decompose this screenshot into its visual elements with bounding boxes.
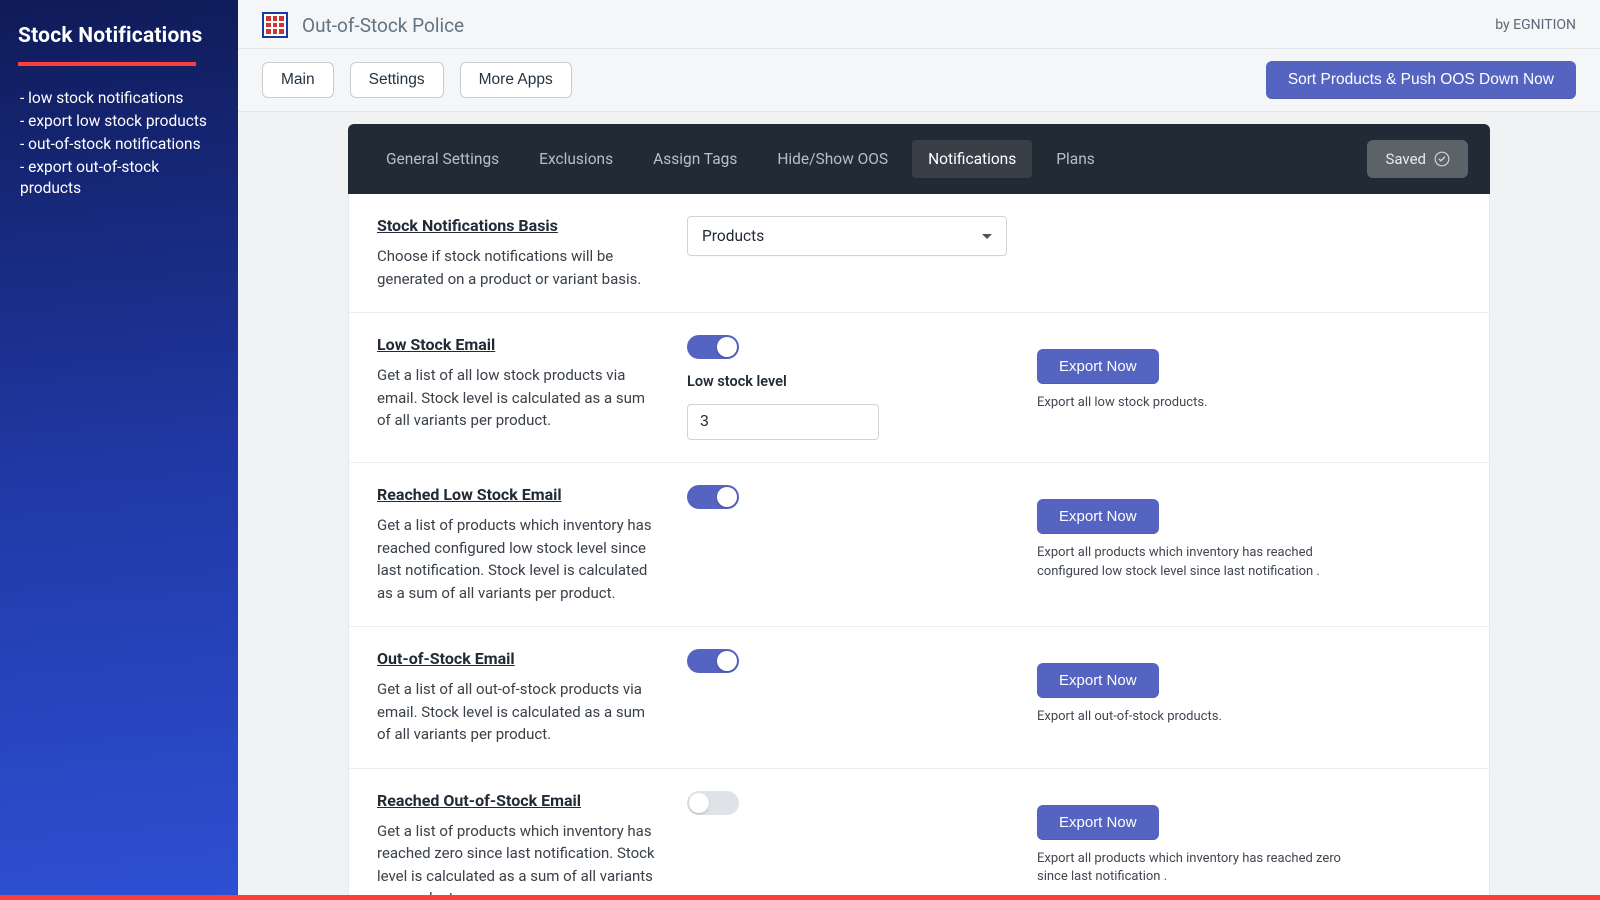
export-low-stock-button[interactable]: Export Now [1037, 349, 1159, 384]
export-oos-button[interactable]: Export Now [1037, 663, 1159, 698]
by-name: EGNITION [1513, 17, 1576, 33]
reached-oos-title: Reached Out-of-Stock Email [377, 791, 657, 810]
sidebar-underline [18, 62, 196, 66]
export-oos-desc: Export all out-of-stock products. [1037, 708, 1222, 727]
export-low-stock-desc: Export all low stock products. [1037, 394, 1208, 413]
export-reached-oos-desc: Export all products which inventory has … [1037, 850, 1367, 888]
section-oos: Out-of-Stock Email Get a list of all out… [349, 626, 1489, 768]
low-stock-level-label: Low stock level [687, 373, 787, 390]
section-reached-low: Reached Low Stock Email Get a list of pr… [349, 462, 1489, 626]
low-stock-title: Low Stock Email [377, 335, 657, 354]
reached-low-desc: Get a list of products which inventory h… [377, 514, 657, 604]
reached-oos-toggle[interactable] [687, 791, 739, 815]
sidebar-item: low stock notifications [20, 88, 220, 109]
section-basis: Stock Notifications Basis Choose if stoc… [349, 194, 1489, 312]
app-title-bar: Out-of-Stock Police by EGNITION [238, 0, 1600, 49]
footer-accent-bar [0, 895, 1600, 900]
basis-select-value: Products [702, 227, 764, 245]
saved-label: Saved [1385, 150, 1426, 168]
tab-plans[interactable]: Plans [1040, 140, 1111, 178]
sidebar-item: export out-of-stock products [20, 157, 220, 199]
export-reached-low-button[interactable]: Export Now [1037, 499, 1159, 534]
sidebar-item: export low stock products [20, 111, 220, 132]
chevron-down-icon [982, 234, 992, 239]
sidebar-title: Stock Notifications [18, 24, 220, 48]
settings-tabs: General Settings Exclusions Assign Tags … [348, 124, 1490, 194]
app-logo-icon [262, 12, 288, 38]
promo-sidebar: Stock Notifications low stock notificati… [0, 0, 238, 895]
reached-low-toggle[interactable] [687, 485, 739, 509]
section-reached-oos: Reached Out-of-Stock Email Get a list of… [349, 768, 1489, 896]
low-stock-toggle[interactable] [687, 335, 739, 359]
sidebar-feature-list: low stock notifications export low stock… [18, 88, 220, 199]
notifications-card: Stock Notifications Basis Choose if stoc… [348, 194, 1490, 895]
check-circle-icon [1434, 151, 1450, 167]
saved-badge: Saved [1367, 140, 1468, 178]
low-stock-level-input[interactable] [687, 404, 879, 440]
basis-desc: Choose if stock notifications will be ge… [377, 245, 657, 290]
app-title: Out-of-Stock Police [302, 14, 464, 37]
basis-title: Stock Notifications Basis [377, 216, 657, 235]
app-by: by EGNITION [1495, 17, 1576, 33]
basis-select[interactable]: Products [687, 216, 1007, 256]
oos-desc: Get a list of all out-of-stock products … [377, 678, 657, 746]
tab-exclusions[interactable]: Exclusions [523, 140, 629, 178]
main-button[interactable]: Main [262, 62, 334, 98]
settings-button[interactable]: Settings [350, 62, 444, 98]
section-low-stock: Low Stock Email Get a list of all low st… [349, 312, 1489, 462]
reached-low-title: Reached Low Stock Email [377, 485, 657, 504]
tab-hide-show-oos[interactable]: Hide/Show OOS [761, 140, 904, 178]
sort-push-button[interactable]: Sort Products & Push OOS Down Now [1266, 61, 1576, 99]
low-stock-desc: Get a list of all low stock products via… [377, 364, 657, 432]
action-bar: Main Settings More Apps Sort Products & … [238, 49, 1600, 112]
tab-assign-tags[interactable]: Assign Tags [637, 140, 753, 178]
oos-toggle[interactable] [687, 649, 739, 673]
export-reached-oos-button[interactable]: Export Now [1037, 805, 1159, 840]
reached-oos-desc: Get a list of products which inventory h… [377, 820, 657, 896]
sidebar-item: out-of-stock notifications [20, 134, 220, 155]
more-apps-button[interactable]: More Apps [460, 62, 572, 98]
tab-notifications[interactable]: Notifications [912, 140, 1032, 178]
export-reached-low-desc: Export all products which inventory has … [1037, 544, 1367, 582]
oos-title: Out-of-Stock Email [377, 649, 657, 668]
by-prefix: by [1495, 17, 1513, 33]
tab-general-settings[interactable]: General Settings [370, 140, 515, 178]
